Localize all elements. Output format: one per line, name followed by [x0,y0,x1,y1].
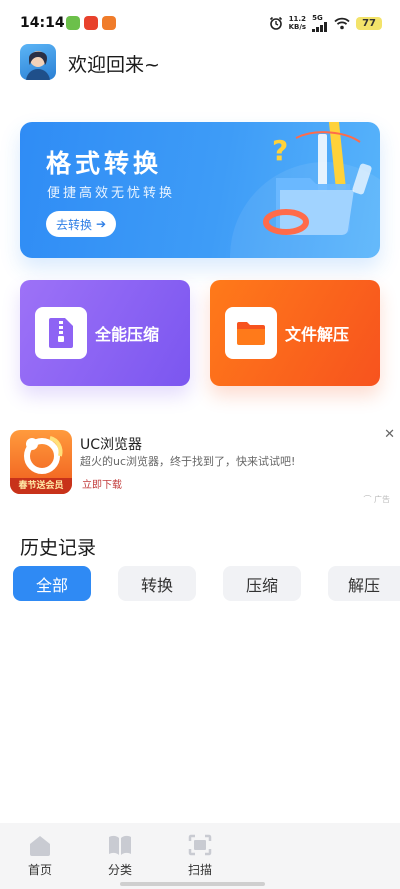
nav-scan-label: 扫描 [187,863,212,877]
scan-icon [187,833,213,857]
ad-tag: ⌒ 广告 [363,494,390,505]
ad-download-link[interactable]: 立即下载 [82,476,122,491]
avatar[interactable] [20,44,56,80]
extract-label: 文件解压 [285,325,350,344]
greeting-text: 欢迎回来~ [68,54,160,76]
svg-text:?: ? [272,134,288,167]
ad-logo-band: 春节送会员 [10,478,72,494]
status-time: 14:14 [20,15,65,31]
status-bar: 14:14 11.2 KB/s 5G 77 [0,0,400,48]
home-icon [27,833,53,857]
go-convert-button[interactable]: 去转换 ➔ [46,211,117,237]
nav-category-label: 分类 [107,863,132,877]
uc-squirrel-icon [24,436,63,474]
compress-card[interactable]: 全能压缩 [20,280,190,386]
app-notification-icon [66,16,80,30]
signal-group: 5G [312,13,328,32]
app-notification-icon [84,16,98,30]
close-icon[interactable]: ✕ [384,427,395,442]
status-indicators: 11.2 KB/s 5G 77 [269,14,382,32]
network-type: 5G [312,13,323,22]
folder-icon [237,322,265,345]
signal-icon [312,21,328,32]
home-indicator[interactable] [120,882,265,886]
user-avatar-icon [26,51,50,80]
history-title: 历史记录 [20,537,97,559]
ad-title: UC浏览器 [80,437,143,453]
ad-description: 超火的uc浏览器，终于找到了，快来试试吧! [80,455,296,468]
nav-category[interactable]: 分类 [90,833,150,878]
format-convert-banner[interactable]: 格式转换 便捷高效无忧转换 去转换 ➔ ? [20,122,380,258]
extract-icon-box [225,307,277,359]
speed-value: 11.2 [288,15,306,23]
filter-compress[interactable]: 压缩 [223,566,301,601]
extract-card[interactable]: 文件解压 [210,280,380,386]
filter-extract[interactable]: 解压 [328,566,400,601]
banner-title: 格式转换 [46,149,163,178]
nav-home[interactable]: 首页 [10,833,70,878]
compress-label: 全能压缩 [95,325,160,344]
ad-banner[interactable]: 春节送会员 UC浏览器 超火的uc浏览器，终于找到了，快来试试吧! 立即下载 ✕… [10,427,395,505]
compress-icon-box [35,307,87,359]
wifi-icon [334,17,350,29]
folder-illustration-icon: ? [263,122,372,236]
banner-subtitle: 便捷高效无忧转换 [47,186,176,201]
network-speed: 11.2 KB/s [289,15,306,31]
ad-tag-label: 广告 [374,495,390,504]
ad-info-icon: ⌒ [363,495,372,504]
nav-scan[interactable]: 扫描 [170,833,230,878]
filter-convert[interactable]: 转换 [118,566,196,601]
bottom-nav: 首页 分类 扫描 [0,823,400,889]
go-convert-label: 去转换 [56,217,93,232]
book-icon [107,833,133,857]
nav-home-label: 首页 [27,863,52,877]
filter-all[interactable]: 全部 [13,566,91,601]
arrow-right-icon: ➔ [96,217,107,231]
speed-unit: KB/s [288,23,307,31]
zip-file-icon [49,318,73,348]
battery-indicator: 77 [356,16,382,30]
app-notification-icon [102,16,116,30]
ad-app-logo: 春节送会员 [10,430,72,494]
alarm-icon [269,16,282,30]
